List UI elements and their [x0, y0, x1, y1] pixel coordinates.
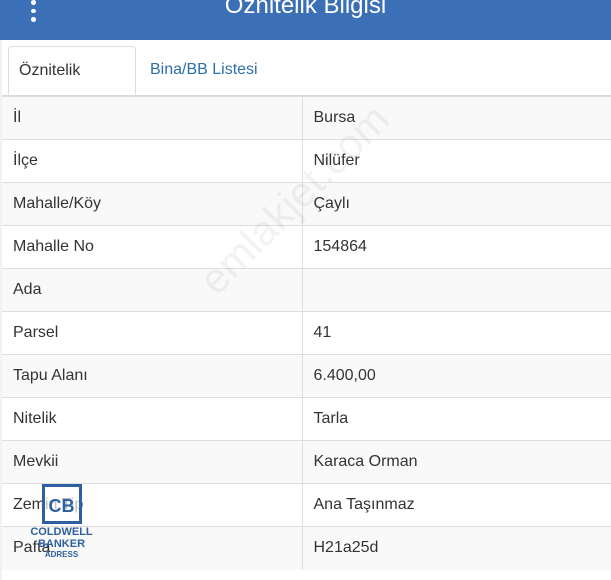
row-value: Karaca Orman [302, 440, 611, 484]
row-value [302, 268, 611, 312]
tab-bar: Öznitelik Bilgisi Bina/BB Listesi [2, 40, 611, 127]
row-value: Çaylı [302, 182, 611, 226]
header-bar: Öznitelik Bilgisi [0, 0, 611, 40]
row-value: Bursa [302, 96, 611, 140]
table-row: Ada [2, 268, 611, 312]
table-row: Mevkii Karaca Orman [2, 440, 611, 484]
table-row: İlçe Nilüfer [2, 139, 611, 183]
row-label: Tapu Alanı [2, 354, 303, 398]
row-label: Mahalle/Köy [2, 182, 303, 226]
row-label: İlçe [2, 139, 303, 183]
tab-attribute-info[interactable]: Öznitelik Bilgisi [8, 46, 136, 127]
row-value: Nilüfer [302, 139, 611, 183]
table-row: Mahalle/Köy Çaylı [2, 182, 611, 226]
table-row: Mahalle No 154864 [2, 225, 611, 269]
row-label: Mahalle No [2, 225, 303, 269]
row-label: Mevkii [2, 440, 303, 484]
logo-badge-icon: CB [41, 484, 82, 524]
table-row: Parsel 41 [2, 311, 611, 355]
row-value: 6.400,00 [302, 354, 611, 398]
row-label: Parsel [2, 311, 303, 355]
logo-line-3: ADRESS [44, 550, 79, 559]
row-label: İl [2, 96, 303, 140]
row-value: 41 [302, 311, 611, 355]
row-value: 154864 [302, 225, 611, 269]
table-row: Nitelik Tarla [2, 397, 611, 441]
logo-line-1: COLDWELL [30, 526, 93, 538]
row-value: H21a25d [302, 526, 611, 570]
page-title: Öznitelik Bilgisi [224, 0, 387, 19]
logo-line-2: BANKER [37, 538, 86, 550]
tab-building-list[interactable]: Bina/BB Listesi [140, 46, 268, 95]
table-row: İl Bursa [2, 96, 611, 140]
coldwell-banker-logo: CB COLDWELL BANKER ADRESS [24, 484, 99, 566]
table-row: Tapu Alanı 6.400,00 [2, 354, 611, 398]
row-value: Tarla [302, 397, 611, 441]
row-value: Ana Taşınmaz [302, 483, 611, 527]
row-label: Ada [2, 268, 303, 312]
row-label: Nitelik [2, 397, 303, 441]
